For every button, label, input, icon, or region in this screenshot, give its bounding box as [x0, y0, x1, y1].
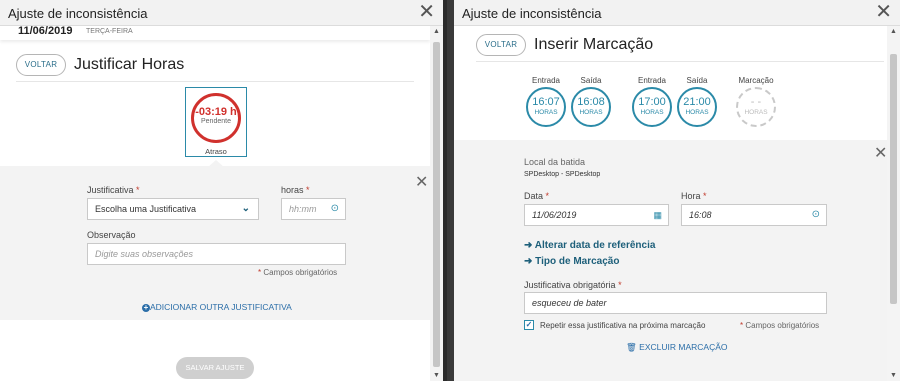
chevron-right-icon: ➜: [524, 240, 535, 251]
left-weekday: TERÇA-FEIRA: [86, 28, 133, 35]
right-form-close-icon[interactable]: ✕: [874, 143, 887, 163]
left-heading: Justificar Horas: [74, 56, 185, 73]
mark-circle-4[interactable]: 21:00 HORAS: [677, 87, 717, 127]
delay-caption: Atraso: [205, 147, 227, 156]
mark-label-4: Saída: [686, 76, 708, 85]
right-divider: [476, 61, 884, 62]
left-close-icon[interactable]: ✕: [418, 2, 435, 22]
local-label: Local da batida: [524, 157, 586, 167]
chevron-right-icon: ➜: [524, 256, 536, 267]
right-close-icon[interactable]: ✕: [875, 2, 892, 22]
left-form-close-icon[interactable]: ✕: [415, 172, 428, 192]
right-required-note: * Campos obrigatórios: [740, 321, 820, 330]
horas-label: horas *: [281, 185, 310, 195]
hora-label: Hora *: [681, 191, 707, 201]
alterar-data-link[interactable]: ➜ Alterar data de referência: [524, 240, 655, 251]
left-dialog-title: Ajuste de inconsistência: [8, 6, 148, 21]
right-titlebar: Ajuste de inconsistência ✕: [454, 0, 900, 26]
save-adjustment-button[interactable]: SALVAR AJUSTE: [176, 357, 254, 379]
delay-badge[interactable]: -03:19 h Pendente Atraso: [185, 87, 247, 157]
right-back-button[interactable]: VOLTAR: [476, 34, 526, 56]
delay-status: Pendente: [201, 118, 231, 125]
mark-label-3: Entrada: [637, 76, 667, 85]
tipo-marcacao-link[interactable]: ➜ Tipo de Marcação: [524, 256, 619, 267]
justificativa-select[interactable]: Escolha uma Justificativa ⌄: [87, 198, 259, 220]
observacao-label: Observação: [87, 230, 136, 240]
delete-mark-button[interactable]: 🗑 EXCLUIR MARCAÇÃO: [626, 342, 728, 353]
data-label: Data *: [524, 191, 550, 201]
add-justification-link[interactable]: + ADICIONAR OUTRA JUSTIFICATIVA: [142, 302, 292, 312]
delay-value: -03:19 h: [195, 106, 237, 118]
mark-circle-new[interactable]: - - HORAS: [736, 87, 776, 127]
mark-circle-2[interactable]: 16:08 HORAS: [571, 87, 611, 127]
left-scrollbar[interactable]: ▲ ▼: [430, 26, 443, 381]
observacao-input[interactable]: Digite suas observações: [87, 243, 346, 265]
hora-input[interactable]: 16:08 ⊙: [681, 204, 827, 226]
mark-circle-1[interactable]: 16:07 HORAS: [526, 87, 566, 127]
horas-input[interactable]: hh:mm ⊙: [281, 198, 346, 220]
mark-label-1: Entrada: [531, 76, 561, 85]
chevron-down-icon: ⌄: [241, 203, 250, 214]
pointer-arrow: [208, 160, 224, 167]
right-dialog: Ajuste de inconsistência ✕ VOLTAR Inseri…: [454, 0, 900, 381]
repeat-checkbox[interactable]: ✓: [524, 320, 534, 330]
right-heading: Inserir Marcação: [534, 36, 654, 53]
right-dialog-title: Ajuste de inconsistência: [462, 6, 602, 21]
clock-icon: ⊙: [811, 209, 820, 220]
mark-label-2: Saída: [580, 76, 602, 85]
clock-icon: ⊙: [330, 203, 339, 214]
left-required-note: * Campos obrigatórios: [258, 268, 338, 277]
mark-label-5: Marcação: [738, 76, 774, 85]
left-back-button[interactable]: VOLTAR: [16, 54, 66, 76]
left-titlebar: Ajuste de inconsistência ✕: [0, 0, 443, 26]
mark-circle-3[interactable]: 17:00 HORAS: [632, 87, 672, 127]
left-dialog: Ajuste de inconsistência ✕ 11/06/2019 TE…: [0, 0, 447, 381]
justificativa-input[interactable]: esqueceu de bater: [524, 292, 827, 314]
data-input[interactable]: 11/06/2019 ▦: [524, 204, 669, 226]
left-date: 11/06/2019: [18, 25, 73, 37]
justificativa-label: Justificativa *: [87, 185, 140, 195]
left-date-strip: 11/06/2019 TERÇA-FEIRA: [0, 25, 430, 40]
calendar-icon: ▦: [653, 210, 662, 220]
right-scrollbar[interactable]: ▲ ▼: [887, 26, 900, 381]
trash-icon: 🗑: [626, 342, 637, 352]
plus-circle-icon: +: [142, 303, 150, 312]
justificativa-obrigatoria-label: Justificativa obrigatória *: [524, 280, 622, 290]
local-value: SPDesktop - SPDesktop: [524, 171, 601, 178]
left-divider: [16, 81, 414, 82]
repeat-label: Repetir essa justificativa na próxima ma…: [540, 321, 706, 330]
